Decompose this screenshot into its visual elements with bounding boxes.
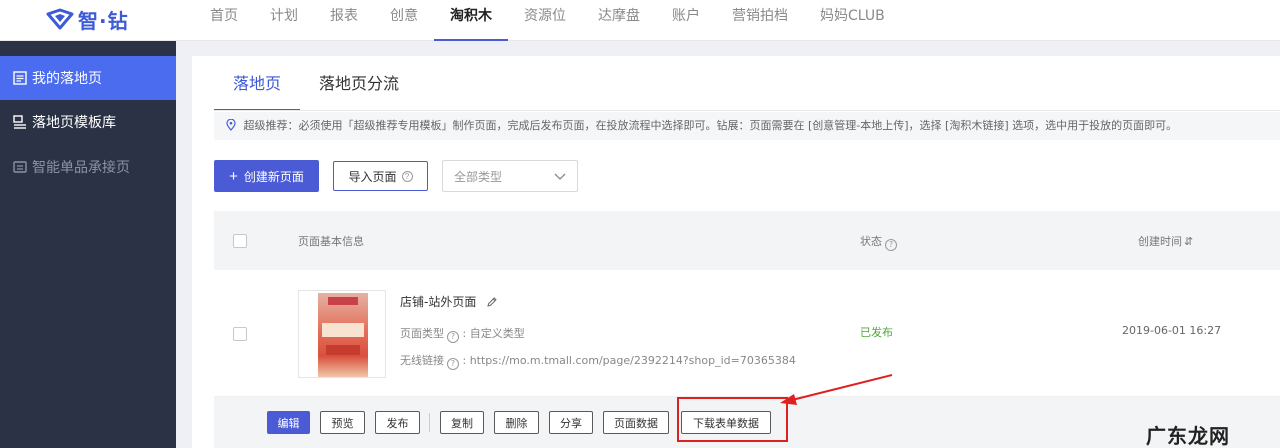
location-pin-icon [226,119,236,131]
thumbnail-banner-block [322,323,364,337]
plus-icon: + [229,167,238,185]
column-header-created-label: 创建时间 [1138,235,1182,248]
share-button[interactable]: 分享 [549,411,593,434]
sidebar-item-label: 落地页模板库 [32,115,116,131]
table-row: 店铺-站外页面 页面类型? : 自定义类型 无线链接? : https://mo… [214,270,1280,397]
column-header-created[interactable]: 创建时间 ⇵ [1138,233,1193,249]
type-select[interactable]: 全部类型 [442,160,578,192]
chevron-down-icon [554,173,566,180]
thumbnail-image [318,293,368,377]
row-checkbox[interactable] [233,327,247,341]
nav-item-plan[interactable]: 计划 [254,0,314,41]
created-time: 2019-06-01 16:27 [1122,324,1222,337]
tab-landing-page-split[interactable]: 落地页分流 [300,56,418,111]
page-type-line: 页面类型? : 自定义类型 [400,325,796,343]
nav-item-report[interactable]: 报表 [314,0,374,41]
sidebar-item-my-landing-pages[interactable]: 我的落地页 [0,56,176,100]
page-title: 店铺-站外页面 [400,295,477,309]
smart-icon [13,161,27,173]
nav-item-account[interactable]: 账户 [656,0,716,41]
import-page-button[interactable]: 导入页面 ? [333,161,428,191]
nav-item-mama-club[interactable]: 妈妈CLUB [804,0,901,41]
watermark: 广东龙网 [1146,424,1230,448]
page-type-label: 页面类型 [400,327,444,340]
page-type-value: : 自定义类型 [462,327,525,340]
thumbnail-header-block [328,297,358,305]
tab-bar: 落地页 落地页分流 [214,56,418,111]
page-icon [13,71,27,85]
toolbar: + 创建新页面 导入页面 ? 全部类型 [214,160,578,192]
annotation-arrow-icon [780,374,893,405]
page-info: 店铺-站外页面 页面类型? : 自定义类型 无线链接? : https://mo… [400,293,796,370]
logo-icon [46,8,74,30]
help-icon[interactable]: ? [885,239,897,251]
page-link-value[interactable]: : https://mo.m.tmall.com/page/2392214?sh… [463,354,796,367]
sidebar-item-smart-product-page[interactable]: 智能单品承接页 [0,145,176,189]
publish-button[interactable]: 发布 [375,411,420,434]
logo[interactable]: 智·钻 [46,5,129,33]
delete-button[interactable]: 删除 [494,411,539,434]
nav-item-creative[interactable]: 创意 [374,0,434,41]
thumbnail-bar-block [326,345,360,355]
column-header-info: 页面基本信息 [298,235,364,248]
template-icon [13,115,26,129]
help-icon[interactable]: ? [401,170,413,182]
top-nav-bar: 智·钻 首页 计划 报表 创意 淘积木 资源位 达摩盘 账户 营销拍档 妈妈CL… [0,0,1280,41]
page-link-line: 无线链接? : https://mo.m.tmall.com/page/2392… [400,352,796,370]
create-page-button[interactable]: + 创建新页面 [214,160,319,192]
column-header-status-label: 状态 [860,235,882,248]
preview-button[interactable]: 预览 [320,411,365,434]
page-data-button[interactable]: 页面数据 [603,411,669,434]
nav-item-resource[interactable]: 资源位 [508,0,582,41]
nav-item-taojimu[interactable]: 淘积木 [434,0,508,41]
page-link-label: 无线链接 [400,354,444,367]
edit-button[interactable]: 编辑 [267,411,310,434]
nav-item-home[interactable]: 首页 [194,0,254,41]
nav-item-marketing-partner[interactable]: 营销拍档 [716,0,804,41]
help-icon[interactable]: ? [447,331,459,343]
create-page-label: 创建新页面 [243,169,304,184]
page-title-line: 店铺-站外页面 [400,293,796,310]
select-all-checkbox[interactable] [233,234,247,248]
column-header-status: 状态? [860,233,897,251]
tab-divider [214,110,1280,111]
sidebar-item-label: 我的落地页 [32,71,102,87]
page-thumbnail[interactable] [298,290,386,378]
notice-bar: 超级推荐：必须使用「超级推荐专用模板」制作页面，完成后发布页面，在投放流程中选择… [214,112,1280,140]
status-badge: 已发布 [860,326,893,339]
main-nav: 首页 计划 报表 创意 淘积木 资源位 达摩盘 账户 营销拍档 妈妈CLUB [194,0,901,41]
notice-text: 超级推荐：必须使用「超级推荐专用模板」制作页面，完成后发布页面，在投放流程中选择… [243,119,1178,132]
nav-item-damopan[interactable]: 达摩盘 [582,0,656,41]
copy-button[interactable]: 复制 [440,411,484,434]
sidebar: 我的落地页 落地页模板库 智能单品承接页 [0,41,176,448]
edit-pencil-icon[interactable] [486,296,498,308]
main-panel: 落地页 落地页分流 超级推荐：必须使用「超级推荐专用模板」制作页面，完成后发布页… [192,56,1280,448]
action-separator [429,413,430,432]
sidebar-item-label: 智能单品承接页 [32,160,130,176]
logo-text: 智·钻 [78,8,129,33]
sort-icon: ⇵ [1184,235,1194,248]
type-select-value: 全部类型 [454,169,503,184]
sidebar-item-template-library[interactable]: 落地页模板库 [0,100,176,144]
help-icon[interactable]: ? [447,358,459,370]
tab-landing-page[interactable]: 落地页 [214,56,301,111]
table-header: 页面基本信息 状态? 创建时间 ⇵ [214,211,1280,270]
import-page-label: 导入页面 [348,169,397,184]
